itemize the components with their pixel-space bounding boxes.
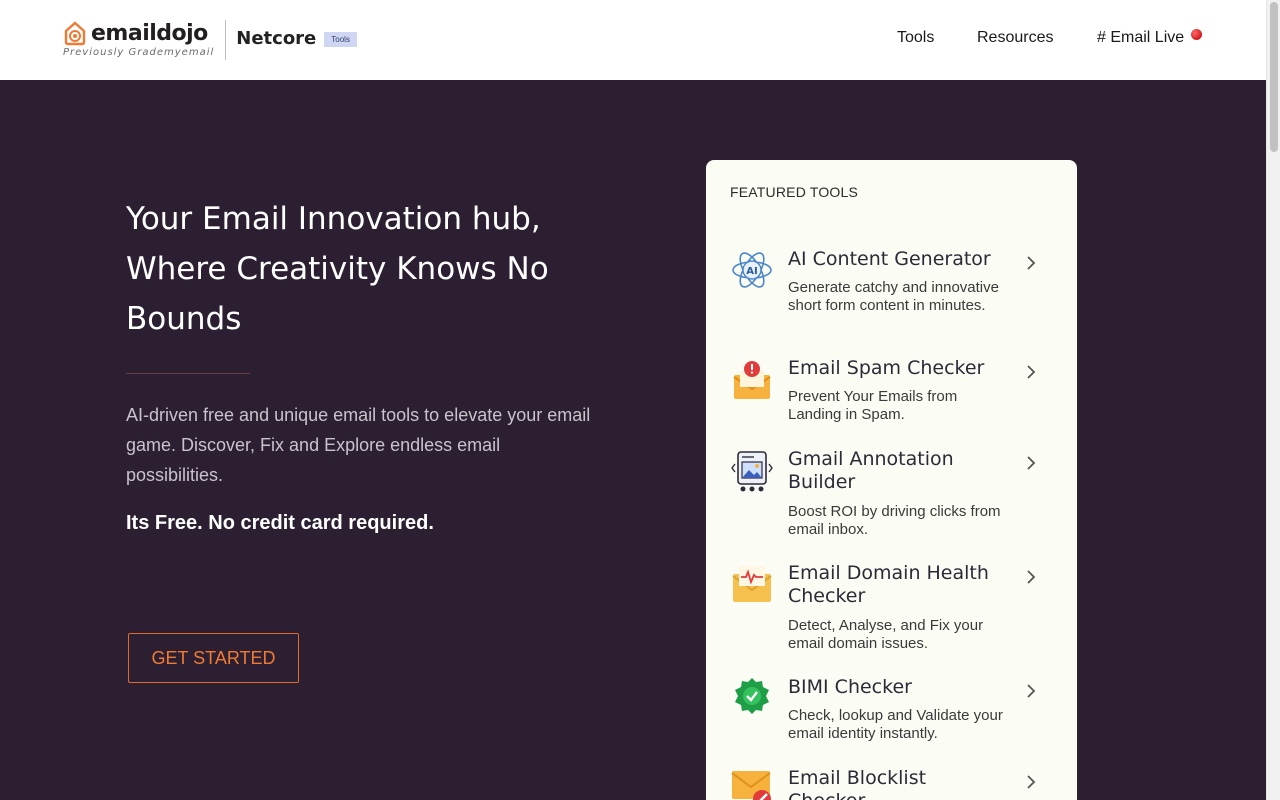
chevron-right-icon [1027, 684, 1036, 698]
tool-name: Email Spam Checker [788, 357, 985, 379]
tool-name: Gmail Annotation Builder [788, 448, 954, 493]
nav-email-live[interactable]: # Email Live [1097, 29, 1184, 47]
tool-ai-content-generator[interactable]: AI AI Content Generator Generate catchy … [706, 248, 1077, 338]
envelope-block-icon [731, 771, 771, 800]
scrollbar-thumb[interactable] [1270, 2, 1278, 152]
featured-tools-heading: FEATURED TOOLS [730, 184, 859, 200]
tool-email-spam-checker[interactable]: Email Spam Checker Prevent Your Emails f… [706, 357, 1077, 427]
chevron-right-icon [1027, 365, 1036, 379]
tool-description: Detect, Analyse, and Fix your email doma… [788, 617, 984, 652]
tool-description: Generate catchy and innovative short for… [788, 279, 999, 314]
emaildojo-logo[interactable]: emaildojo Previously Grademyemail [63, 20, 215, 59]
logo-subtitle: Previously Grademyemail [63, 47, 215, 58]
tool-description: Prevent Your Emails from Landing in Spam… [788, 388, 958, 423]
logo-text: emaildojo [91, 20, 208, 46]
tool-name: BIMI Checker [788, 676, 912, 698]
tool-name: AI Content Generator [788, 248, 991, 270]
brand[interactable]: emaildojo Previously Grademyemail Netcor… [63, 20, 357, 60]
featured-tools-panel: FEATURED TOOLS AI AI Content Generator G… [706, 160, 1077, 800]
tool-description: Check, lookup and Validate your email id… [788, 707, 1003, 742]
tool-gmail-annotation-builder[interactable]: Gmail Annotation Builder Boost ROI by dr… [706, 448, 1077, 543]
scrollbar[interactable] [1266, 0, 1280, 800]
tool-name: Email Domain Health Checker [788, 562, 989, 607]
site-header: emaildojo Previously Grademyemail Netcor… [0, 0, 1266, 80]
tool-email-blocklist-checker[interactable]: Email Blocklist Checker [706, 767, 1077, 800]
tools-badge: Tools [324, 32, 357, 47]
nav-tools[interactable]: Tools [897, 29, 934, 47]
tool-bimi-checker[interactable]: BIMI Checker Check, lookup and Validate … [706, 676, 1077, 746]
envelope-alert-icon [733, 361, 771, 399]
live-indicator-dot [1191, 29, 1202, 40]
hero-divider [126, 373, 250, 374]
brand-divider [225, 20, 227, 60]
hero-title: Your Email Innovation hub, Where Creativ… [126, 201, 549, 337]
tool-name: Email Blocklist Checker [788, 767, 927, 800]
nav-resources[interactable]: Resources [977, 29, 1053, 47]
chevron-right-icon [1027, 775, 1036, 789]
chevron-right-icon [1027, 256, 1036, 270]
ai-atom-icon: AI [732, 252, 772, 288]
chevron-right-icon [1027, 456, 1036, 470]
svg-text:AI: AI [746, 266, 757, 277]
tool-email-domain-health-checker[interactable]: Email Domain Health Checker Detect, Anal… [706, 562, 1077, 657]
chevron-right-icon [1027, 570, 1036, 584]
netcore-logo[interactable]: Netcore [236, 28, 316, 49]
envelope-pulse-icon [732, 566, 772, 602]
hero-description: AI-driven free and unique email tools to… [126, 405, 591, 485]
hero-free-note: Its Free. No credit card required. [126, 512, 434, 534]
carousel-image-icon [731, 451, 773, 492]
tool-description: Boost ROI by driving clicks from email i… [788, 503, 1001, 538]
verified-badge-icon [735, 678, 769, 714]
get-started-button[interactable]: GET STARTED [128, 633, 299, 683]
emaildojo-logo-icon [64, 21, 86, 46]
